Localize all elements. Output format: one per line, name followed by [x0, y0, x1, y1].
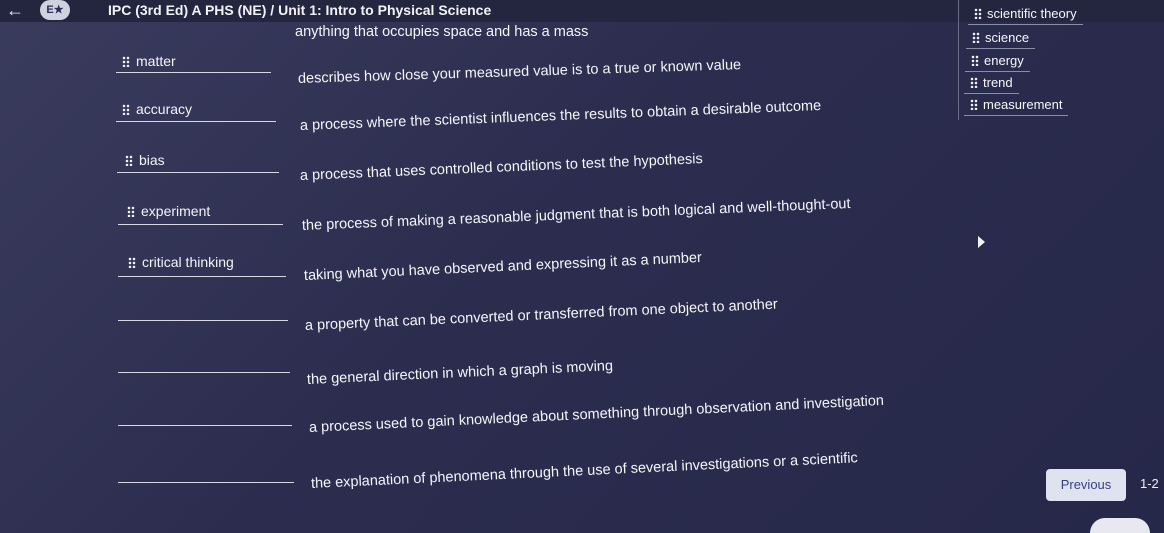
- definition-10: the explanation of phenomena through the…: [310, 450, 859, 492]
- definition-1: anything that occupies space and has a m…: [295, 24, 589, 40]
- bank-item-scientific-theory[interactable]: scientific theory: [968, 3, 1083, 25]
- drag-handle-icon: [972, 32, 980, 43]
- drag-handle-icon: [122, 103, 130, 115]
- previous-button[interactable]: Previous: [1046, 469, 1126, 501]
- drop-line-5[interactable]: [118, 276, 286, 277]
- back-arrow-icon[interactable]: ←: [6, 0, 24, 20]
- drag-handle-icon: [971, 55, 979, 66]
- term-matter[interactable]: matter: [122, 53, 176, 69]
- partial-button[interactable]: [1090, 518, 1150, 533]
- drag-handle-icon: [974, 8, 982, 19]
- definition-7: a property that can be converted or tran…: [304, 296, 779, 334]
- term-experiment[interactable]: experiment: [127, 203, 210, 219]
- drop-line-6[interactable]: [118, 320, 288, 321]
- definition-4: a process that uses controlled condition…: [299, 151, 703, 184]
- drop-line-1[interactable]: [116, 72, 271, 73]
- term-critical-thinking[interactable]: critical thinking: [128, 254, 234, 270]
- drop-line-8[interactable]: [118, 425, 292, 426]
- bank-item-energy[interactable]: energy: [965, 50, 1030, 72]
- drag-handle-icon: [970, 99, 978, 110]
- drop-line-3[interactable]: [117, 172, 279, 173]
- bank-item-trend[interactable]: trend: [964, 72, 1019, 94]
- drop-line-4[interactable]: [118, 224, 283, 225]
- drag-handle-icon: [125, 154, 133, 166]
- bank-item-science[interactable]: science: [966, 27, 1036, 49]
- definition-2: describes how close your measured value …: [297, 57, 742, 87]
- term-accuracy[interactable]: accuracy: [122, 101, 192, 117]
- bank-item-measurement[interactable]: measurement: [964, 94, 1069, 116]
- drop-line-2[interactable]: [116, 121, 276, 122]
- definition-5: the process of making a reasonable judgm…: [301, 195, 851, 234]
- page-indicator: 1-2: [1140, 476, 1159, 491]
- course-title: IPC (3rd Ed) A PHS (NE) / Unit 1: Intro …: [108, 2, 492, 18]
- drag-handle-icon: [122, 55, 130, 67]
- drop-line-9[interactable]: [118, 482, 294, 483]
- drag-handle-icon: [970, 77, 978, 88]
- drag-handle-icon: [127, 205, 135, 217]
- mouse-cursor-icon: [978, 236, 985, 248]
- definition-8: the general direction in which a graph i…: [306, 358, 614, 388]
- definition-6: taking what you have observed and expres…: [303, 249, 703, 284]
- page: ← E★ IPC (3rd Ed) A PHS (NE) / Unit 1: I…: [0, 0, 1164, 533]
- course-logo: E★: [40, 0, 70, 20]
- drop-line-7[interactable]: [118, 372, 290, 373]
- definition-9: a process used to gain knowledge about s…: [308, 392, 885, 436]
- definition-3: a process where the scientist influences…: [299, 97, 822, 134]
- drag-handle-icon: [128, 256, 136, 268]
- term-bias[interactable]: bias: [125, 152, 165, 168]
